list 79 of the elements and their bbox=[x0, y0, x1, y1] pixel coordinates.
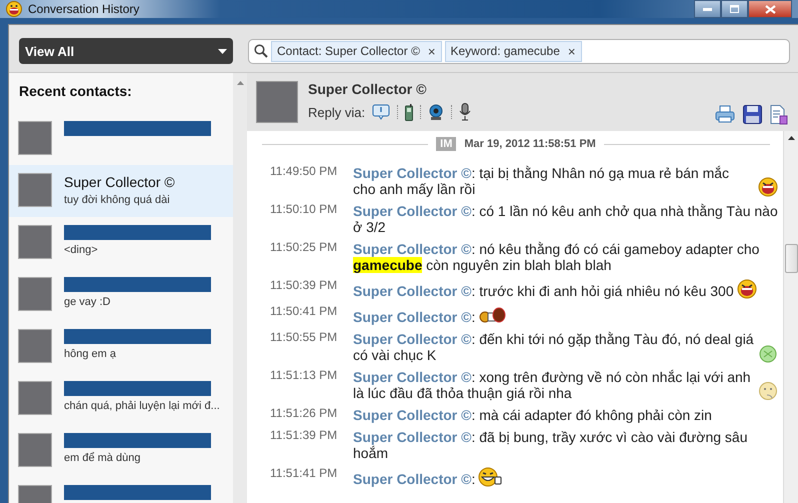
avatar-photo-placeholder bbox=[18, 433, 52, 467]
message-time: 11:50:55 PM bbox=[269, 329, 338, 346]
maximize-icon bbox=[730, 5, 739, 13]
message-time: 11:51:13 PM bbox=[269, 367, 338, 384]
message-text: Super Collector ©: mà cái adapter đó không phải còn zin bbox=[353, 407, 712, 423]
save-icon[interactable] bbox=[743, 105, 762, 124]
search-field[interactable]: Contact: Super Collector © × Keyword: gamecube × bbox=[248, 38, 790, 64]
message-preview: em để mà dùng bbox=[64, 452, 142, 464]
microphone-icon[interactable] bbox=[459, 103, 472, 121]
scroll-up-icon bbox=[236, 81, 244, 85]
im-badge: IM bbox=[436, 137, 456, 151]
minimize-button[interactable] bbox=[694, 0, 721, 18]
message-preview: <ding> bbox=[64, 244, 99, 256]
message-time: 11:51:41 PM bbox=[269, 465, 338, 482]
avatar-photo-placeholder bbox=[18, 381, 52, 415]
scrollbar[interactable] bbox=[783, 131, 798, 503]
contact-item[interactable]: Super Collector © tuy đời không quá dài bbox=[9, 165, 233, 217]
sidebar-heading: Recent contacts: bbox=[19, 83, 133, 99]
print-icon[interactable] bbox=[715, 105, 735, 123]
search-icon bbox=[254, 44, 268, 58]
maximize-button[interactable] bbox=[721, 0, 748, 18]
message-time: 11:50:39 PM bbox=[269, 277, 338, 294]
ball-emoticon-icon bbox=[758, 343, 778, 363]
window-title: Conversation History bbox=[28, 2, 140, 16]
message-time: 11:51:39 PM bbox=[269, 427, 338, 444]
message-time: 11:50:25 PM bbox=[269, 239, 338, 256]
contact-name: Super Collector © bbox=[308, 81, 428, 97]
chat-bubble-icon[interactable] bbox=[372, 104, 390, 120]
message-preview: chán quá, phải luyện lại mới đ... bbox=[64, 400, 220, 412]
message-text: Super Collector ©: trước khi đi anh hỏi giá nhiêu nó kêu 300 bbox=[353, 283, 734, 299]
message-text: Super Collector ©: bbox=[353, 309, 476, 325]
avatar-photo-placeholder bbox=[18, 121, 52, 155]
token-label: Keyword: gamecube bbox=[450, 44, 560, 58]
contact-item[interactable]: <ding> bbox=[9, 217, 233, 269]
thinking-emoticon-icon bbox=[758, 381, 778, 401]
message-text: Super Collector ©: bbox=[353, 471, 476, 487]
view-filter-dropdown[interactable]: View All bbox=[19, 38, 233, 64]
close-button[interactable] bbox=[748, 0, 792, 18]
message-text: Super Collector ©: nó kêu thằng đó có cái gameboy adapter cho gamecube còn nguyên zin blah blah blah bbox=[353, 241, 760, 273]
drum-emoticon-icon bbox=[478, 305, 506, 325]
message-time: 11:51:26 PM bbox=[269, 405, 338, 422]
contact-item[interactable]: chán quá, phải luyện lại mới đ... bbox=[9, 373, 233, 425]
contact-item[interactable]: hông em ạ bbox=[9, 321, 233, 373]
avatar-photo-placeholder bbox=[18, 329, 52, 363]
dropdown-caret-icon bbox=[218, 48, 227, 54]
avatar-photo-placeholder bbox=[18, 277, 52, 311]
close-icon bbox=[764, 4, 776, 14]
message-time: 11:50:41 PM bbox=[269, 303, 338, 320]
message-text: Super Collector ©: đến khi tới nó gặp thằng Tàu đó, nó deal giá có vài chục K bbox=[353, 331, 755, 363]
reply-label: Reply via: bbox=[308, 104, 366, 120]
date-divider: Mar 19, 2012 11:58:51 PM bbox=[464, 138, 596, 150]
avatar-photo-placeholder bbox=[18, 225, 52, 259]
message-preview: hông em ạ bbox=[64, 348, 117, 360]
minimize-icon bbox=[703, 8, 712, 10]
message-text: Super Collector ©: đã bị bung, trầy xước vì cào vài đường sâu hoắm bbox=[353, 429, 748, 461]
token-label: Contact: Super Collector © bbox=[277, 44, 420, 58]
avatar-photo-placeholder bbox=[18, 173, 52, 207]
contact-name: Super Collector © bbox=[64, 174, 175, 190]
remove-token-button[interactable]: × bbox=[568, 44, 576, 58]
message-time: 11:50:10 PM bbox=[269, 201, 338, 218]
laughing-emoticon-icon bbox=[758, 177, 778, 197]
message-preview: ge vay :D bbox=[64, 296, 112, 308]
message-text: Super Collector ©: tại bị thằng Nhân nó gạ mua rẻ bán mắc cho anh mấy lần rồi bbox=[353, 165, 730, 197]
message-time: 11:49:50 PM bbox=[269, 163, 338, 180]
laughing-emoticon-icon bbox=[736, 279, 757, 299]
contact-photo-placeholder bbox=[256, 81, 298, 123]
message-text: Super Collector ©: có 1 lần nó kêu anh chở qua nhà thằng Tàu nào ở 3/2 bbox=[353, 203, 778, 235]
mobile-phone-icon[interactable] bbox=[405, 104, 414, 120]
contact-item[interactable]: ge vay :D bbox=[9, 269, 233, 321]
smiley-icon bbox=[6, 1, 22, 17]
contact-item[interactable]: em để mà dùng bbox=[9, 425, 233, 477]
waving-emoticon-icon bbox=[478, 467, 502, 487]
message-text: Super Collector ©: xong trên đường về nó còn nhắc lại với anh là lúc đầu đã thỏa thuận giá rồi nha bbox=[353, 369, 752, 401]
message-preview: tuy đời không quá dài bbox=[64, 194, 171, 206]
remove-token-button[interactable]: × bbox=[428, 44, 436, 58]
scroll-thumb[interactable] bbox=[784, 244, 798, 273]
webcam-icon[interactable] bbox=[428, 104, 444, 120]
delete-document-icon[interactable] bbox=[770, 105, 788, 125]
scroll-up-icon[interactable] bbox=[788, 136, 794, 140]
